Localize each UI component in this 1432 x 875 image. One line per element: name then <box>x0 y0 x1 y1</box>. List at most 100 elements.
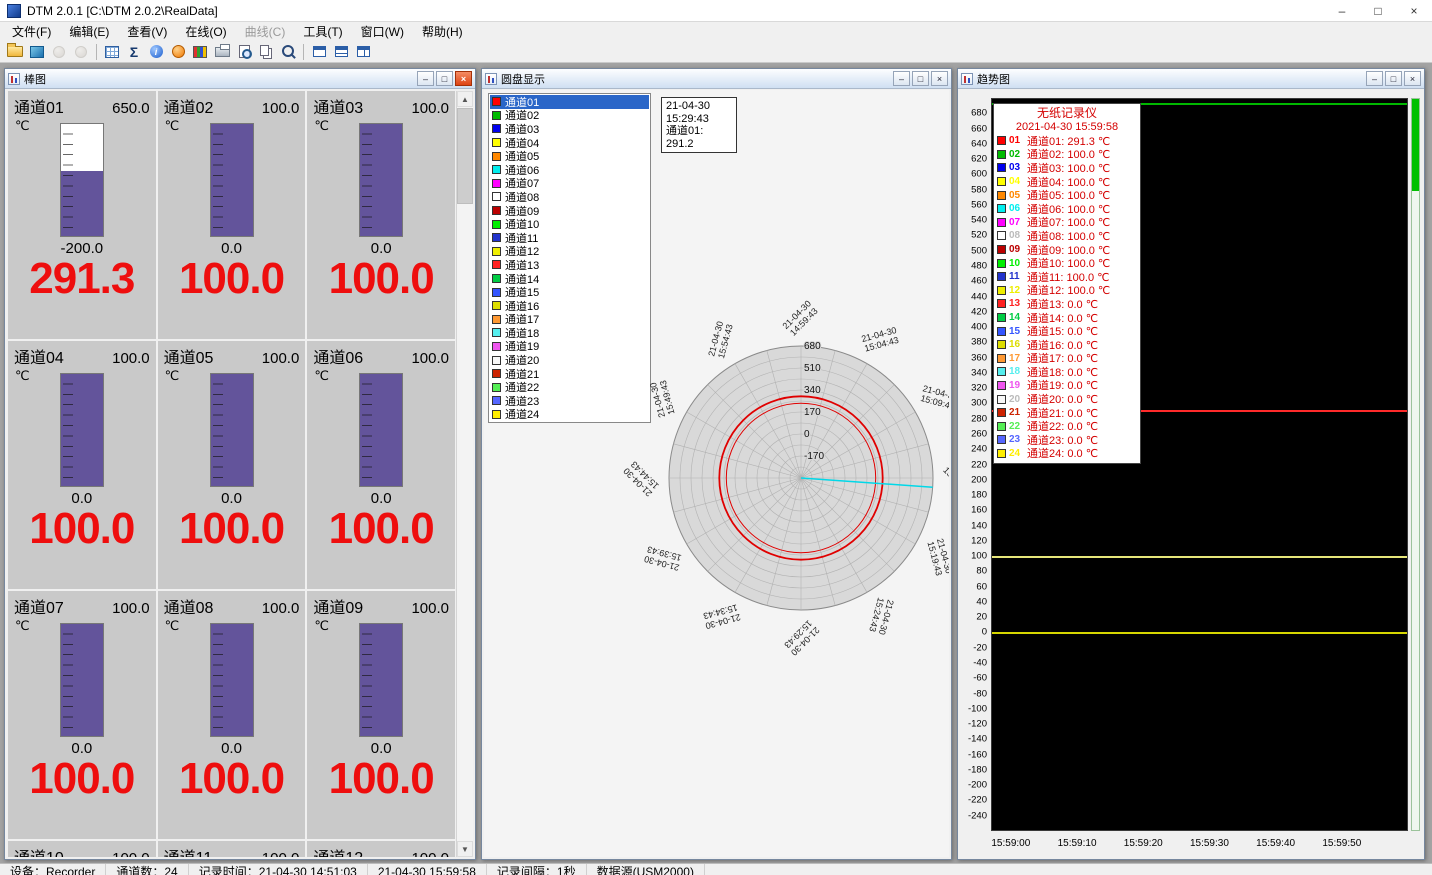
window-restore-button[interactable]: □ <box>436 71 453 86</box>
info-icon[interactable]: i <box>145 42 167 62</box>
menu-item[interactable]: 在线(O) <box>176 22 235 41</box>
disc-window-titlebar[interactable]: 圆盘显示 – □ × <box>482 69 951 89</box>
y-axis-tick: 400 <box>971 322 987 333</box>
menu-item[interactable]: 曲线(C) <box>236 22 295 41</box>
bar-gauge-ticks <box>213 124 223 236</box>
unit-label: ℃ <box>15 618 30 634</box>
unit-label: ℃ <box>165 118 180 134</box>
open-file-icon[interactable] <box>4 42 26 62</box>
bar-window-titlebar[interactable]: 棒图 – □ × <box>5 69 475 89</box>
maximize-button[interactable]: □ <box>1360 0 1396 21</box>
scroll-down-button[interactable]: ▼ <box>457 841 473 857</box>
y-axis-tick: 140 <box>971 520 987 531</box>
legend-channel-number: 01 <box>1009 135 1024 146</box>
menu-item[interactable]: 帮助(H) <box>413 22 472 41</box>
window-restore-button[interactable]: □ <box>1385 71 1402 86</box>
minimize-button[interactable]: – <box>1324 0 1360 21</box>
channel-color-swatch <box>492 233 501 242</box>
tile-vertical-icon[interactable] <box>352 42 374 62</box>
scale-max-value: 650.0 <box>112 100 150 117</box>
scale-max-value: 100.0 <box>411 100 449 117</box>
channel-name: 通道09 <box>313 594 363 618</box>
channel-value: 100.0 <box>158 754 306 804</box>
window-restore-button[interactable]: □ <box>912 71 929 86</box>
x-axis-tick: 15:59:30 <box>1190 838 1229 849</box>
alarm-icon[interactable] <box>167 42 189 62</box>
channel-name: 通道07 <box>14 594 64 618</box>
time-ring-label: 21-04-3015:49:43 <box>648 379 677 419</box>
trend-chart-window: 趋势图 – □ × 680660640620600580560540520500… <box>957 68 1425 860</box>
bar-gauge <box>359 373 403 487</box>
statistics-icon: Σ <box>130 45 138 59</box>
tile-horizontal-icon[interactable] <box>330 42 352 62</box>
legend-color-swatch <box>997 340 1006 349</box>
scale-max-value: 100.0 <box>411 850 449 857</box>
stop-icon <box>75 46 87 58</box>
x-axis-tick: 15:59:50 <box>1322 838 1361 849</box>
window-minimize-button[interactable]: – <box>1366 71 1383 86</box>
scale-max-value: 100.0 <box>112 850 150 857</box>
channel-value: 100.0 <box>158 254 306 304</box>
legend-rows: 01通道01: 291.3 ℃02通道02: 100.0 ℃03通道03: 10… <box>994 134 1140 460</box>
legend-color-swatch <box>997 177 1006 186</box>
scroll-up-button[interactable]: ▲ <box>457 91 473 107</box>
channel-value: 100.0 <box>307 754 455 804</box>
close-button[interactable]: × <box>1396 0 1432 21</box>
legend-color-swatch <box>997 408 1006 417</box>
legend-channel-number: 15 <box>1009 326 1024 337</box>
menu-item[interactable]: 编辑(E) <box>60 22 118 41</box>
y-axis-tick: 480 <box>971 260 987 271</box>
legend-channel-number: 03 <box>1009 162 1024 173</box>
legend-color-swatch <box>997 327 1006 336</box>
x-axis-tick: 15:59:20 <box>1124 838 1163 849</box>
window-close-button[interactable]: × <box>931 71 948 86</box>
y-axis-tick: -240 <box>968 810 987 821</box>
bar-gauge-cell: 通道10100.0℃0.0100.0 <box>8 841 156 857</box>
scrollbar-thumb[interactable] <box>457 108 473 204</box>
bar-gauge-ticks <box>213 624 223 736</box>
window-close-button[interactable]: × <box>455 71 472 86</box>
status-bar-item: 通道数：24 <box>106 864 188 875</box>
legend-channel-number: 12 <box>1009 285 1024 296</box>
scale-max-value: 100.0 <box>112 350 150 367</box>
window-close-button[interactable]: × <box>1404 71 1421 86</box>
bar-cell-header: 通道10100.0 <box>8 841 156 857</box>
trend-window-titlebar[interactable]: 趋势图 – □ × <box>958 69 1424 89</box>
window-minimize-button[interactable]: – <box>893 71 910 86</box>
y-axis-tick: 380 <box>971 337 987 348</box>
channel-color-swatch <box>492 152 501 161</box>
zoom-icon[interactable] <box>277 42 299 62</box>
alarm-icon <box>172 45 185 58</box>
export-icon[interactable] <box>26 42 48 62</box>
statistics-icon[interactable]: Σ <box>123 42 145 62</box>
record-icon <box>53 46 65 58</box>
vertical-scrollbar[interactable]: ▲ ▼ <box>456 91 473 857</box>
y-axis-tick: 100 <box>971 551 987 562</box>
time-ring-label: 21-04-3015:54:43 <box>706 320 735 360</box>
scale-max-value: 100.0 <box>262 600 300 617</box>
menu-item[interactable]: 查看(V) <box>118 22 176 41</box>
legend-channel-number: 13 <box>1009 298 1024 309</box>
legend-channel-number: 17 <box>1009 353 1024 364</box>
color-settings-icon[interactable] <box>189 42 211 62</box>
bar-cell-header: 通道05100.0 <box>158 341 306 368</box>
channel-color-swatch <box>492 247 501 256</box>
menu-item[interactable]: 文件(F) <box>3 22 60 41</box>
menu-bar: 文件(F)编辑(E)查看(V)在线(O)曲线(C)工具(T)窗口(W)帮助(H) <box>0 22 1432 41</box>
data-table-icon[interactable] <box>101 42 123 62</box>
cascade-windows-icon[interactable] <box>308 42 330 62</box>
window-minimize-button[interactable]: – <box>417 71 434 86</box>
legend-channel-number: 14 <box>1009 312 1024 323</box>
menu-item[interactable]: 窗口(W) <box>352 22 413 41</box>
copy-icon[interactable] <box>255 42 277 62</box>
print-icon[interactable] <box>211 42 233 62</box>
legend-title: 无纸记录仪 <box>994 106 1140 121</box>
bar-cell-header: 通道04100.0 <box>8 341 156 368</box>
trend-scrollbar[interactable] <box>1411 98 1420 831</box>
print-preview-icon[interactable] <box>233 42 255 62</box>
trend-x-axis: 15:59:0015:59:1015:59:2015:59:3015:59:40… <box>991 838 1408 852</box>
disc-chart: 6805103401700-17021-04-3014:59:4321-04-3… <box>591 268 949 688</box>
menu-item[interactable]: 工具(T) <box>294 22 351 41</box>
channel-value: 100.0 <box>158 504 306 554</box>
trend-scrollbar-thumb[interactable] <box>1412 99 1419 191</box>
